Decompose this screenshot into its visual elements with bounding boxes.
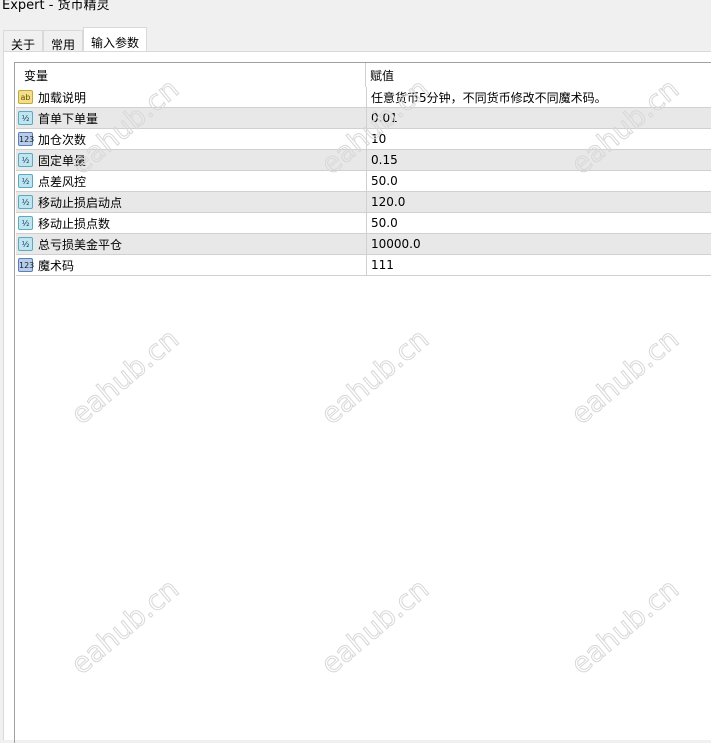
table-row[interactable]: ½ 固定单量 0.15 <box>16 150 711 171</box>
variable-cell: ½ 移动止损点数 <box>16 213 367 233</box>
variable-cell: ab 加载说明 <box>16 87 367 107</box>
variable-cell: 123 魔术码 <box>16 255 367 275</box>
variable-name: 加仓次数 <box>38 132 87 147</box>
double-icon: ½ <box>18 237 33 251</box>
inputs-panel: 变量 赋值 ab 加载说明 任意货币5分钟，不同货币修改不同魔术码。 ½ 首单下单量 0.… <box>3 51 711 743</box>
table-row[interactable]: ½ 点差风控 50.0 <box>16 171 711 192</box>
variable-cell: 123 加仓次数 <box>16 129 367 149</box>
variable-name: 总亏损美金平仓 <box>38 237 123 252</box>
variable-name: 首单下单量 <box>38 111 99 126</box>
table-header: 变量 赋值 <box>16 63 711 87</box>
table-row[interactable]: ½ 总亏损美金平仓 10000.0 <box>16 234 711 255</box>
double-icon: ½ <box>18 111 33 125</box>
value-cell[interactable]: 50.0 <box>367 216 398 230</box>
integer-icon: 123 <box>18 132 34 146</box>
integer-icon: 123 <box>18 258 34 272</box>
variable-cell: ½ 移动止损启动点 <box>16 192 367 212</box>
value-cell[interactable]: 10 <box>367 132 386 146</box>
table-row[interactable]: ½ 移动止损点数 50.0 <box>16 213 711 234</box>
variable-name: 点差风控 <box>38 174 87 189</box>
variable-cell: ½ 首单下单量 <box>16 108 367 128</box>
value-cell[interactable]: 111 <box>367 258 394 272</box>
double-icon: ½ <box>18 174 33 188</box>
variable-name: 移动止损点数 <box>38 216 111 231</box>
column-header-variable[interactable]: 变量 <box>16 63 366 87</box>
variable-name: 移动止损启动点 <box>38 195 123 210</box>
table-row[interactable]: ½ 移动止损启动点 120.0 <box>16 192 711 213</box>
tab-bar: 关于 常用 输入参数 <box>3 27 148 57</box>
value-cell[interactable]: 任意货币5分钟，不同货币修改不同魔术码。 <box>367 89 607 106</box>
variable-cell: ½ 点差风控 <box>16 171 367 191</box>
double-icon: ½ <box>18 195 33 209</box>
table-row[interactable]: ½ 首单下单量 0.01 <box>16 108 711 129</box>
parameters-table: 变量 赋值 ab 加载说明 任意货币5分钟，不同货币修改不同魔术码。 ½ 首单下单量 0.… <box>14 62 711 743</box>
variable-name: 魔术码 <box>38 258 75 273</box>
value-cell[interactable]: 50.0 <box>367 174 398 188</box>
table-row[interactable]: 123 加仓次数 10 <box>16 129 711 150</box>
variable-cell: ½ 固定单量 <box>16 150 367 170</box>
column-header-value[interactable]: 赋值 <box>366 67 394 84</box>
variable-name: 加载说明 <box>38 90 87 105</box>
table-row[interactable]: ab 加载说明 任意货币5分钟，不同货币修改不同魔术码。 <box>16 87 711 108</box>
value-cell[interactable]: 0.01 <box>367 111 398 125</box>
string-icon: ab <box>18 90 33 104</box>
value-cell[interactable]: 10000.0 <box>367 237 421 251</box>
double-icon: ½ <box>18 216 33 230</box>
variable-name: 固定单量 <box>38 153 87 168</box>
window-title: Expert - 货币精灵 <box>2 0 110 13</box>
variable-cell: ½ 总亏损美金平仓 <box>16 234 367 254</box>
table-row[interactable]: 123 魔术码 111 <box>16 255 711 276</box>
value-cell[interactable]: 0.15 <box>367 153 398 167</box>
double-icon: ½ <box>18 153 33 167</box>
value-cell[interactable]: 120.0 <box>367 195 405 209</box>
